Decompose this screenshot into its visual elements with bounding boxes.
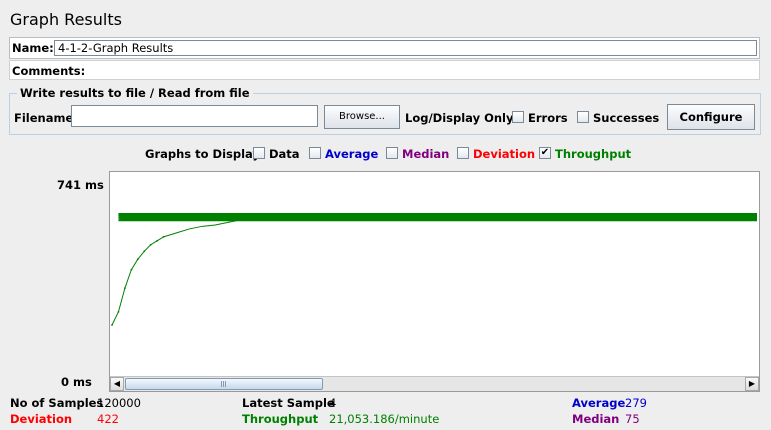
y-axis-max-label: 741 ms <box>57 178 104 192</box>
name-label: Name: <box>12 41 54 55</box>
throughput-option-label: Throughput <box>555 147 632 161</box>
throughput-line <box>111 216 758 326</box>
comments-row[interactable]: Comments: <box>9 60 760 80</box>
scroll-left-arrow-icon[interactable]: ◀ <box>110 377 124 391</box>
data-checkbox[interactable] <box>253 147 265 159</box>
deviation-stat-value: 422 <box>97 412 119 426</box>
file-group-title: Write results to file / Read from file <box>17 86 253 100</box>
average-stat-label: Average <box>572 396 626 410</box>
latest-sample-label: Latest Sample <box>242 396 335 410</box>
successes-label: Successes <box>593 111 660 125</box>
filename-input[interactable] <box>71 105 318 127</box>
name-row: Name: <box>9 37 760 59</box>
data-option-label: Data <box>269 147 300 161</box>
browse-button[interactable]: Browse... <box>324 105 400 129</box>
y-axis-min-label: 0 ms <box>61 375 92 389</box>
deviation-option-label: Deviation <box>473 147 536 161</box>
scroll-right-arrow-icon[interactable]: ▶ <box>745 377 759 391</box>
configure-button[interactable]: Configure <box>667 104 755 130</box>
median-stat-value: 75 <box>625 412 640 426</box>
thumb-grip-icon <box>221 381 227 387</box>
latest-sample-value: 4 <box>329 396 337 410</box>
successes-checkbox[interactable] <box>577 111 589 123</box>
average-checkbox[interactable] <box>309 147 321 159</box>
errors-label: Errors <box>528 111 568 125</box>
samples-value: 120000 <box>97 396 141 410</box>
graph-area <box>109 171 760 392</box>
deviation-stat-label: Deviation <box>10 412 73 426</box>
graphs-to-display-label: Graphs to Display <box>145 147 260 161</box>
graph-horizontal-scrollbar[interactable]: ◀ ▶ <box>110 376 759 391</box>
deviation-checkbox[interactable] <box>457 147 469 159</box>
throughput-graph <box>111 212 758 326</box>
filename-label: Filename <box>14 111 74 125</box>
throughput-stat-value: 21,053.186/minute <box>329 412 440 426</box>
median-option-label: Median <box>402 147 450 161</box>
average-stat-value: 279 <box>625 396 647 410</box>
samples-label: No of Samples <box>10 396 104 410</box>
scrollbar-thumb[interactable] <box>125 378 323 390</box>
page-title: Graph Results <box>10 10 122 29</box>
average-option-label: Average <box>325 147 379 161</box>
throughput-checkbox[interactable]: ✔ <box>539 147 551 159</box>
median-stat-label: Median <box>572 412 620 426</box>
name-input[interactable] <box>54 40 757 56</box>
median-checkbox[interactable] <box>386 147 398 159</box>
throughput-stat-label: Throughput <box>242 412 319 426</box>
log-display-label: Log/Display Only: <box>405 111 519 125</box>
errors-checkbox[interactable] <box>512 111 524 123</box>
comments-label: Comments: <box>12 64 86 78</box>
